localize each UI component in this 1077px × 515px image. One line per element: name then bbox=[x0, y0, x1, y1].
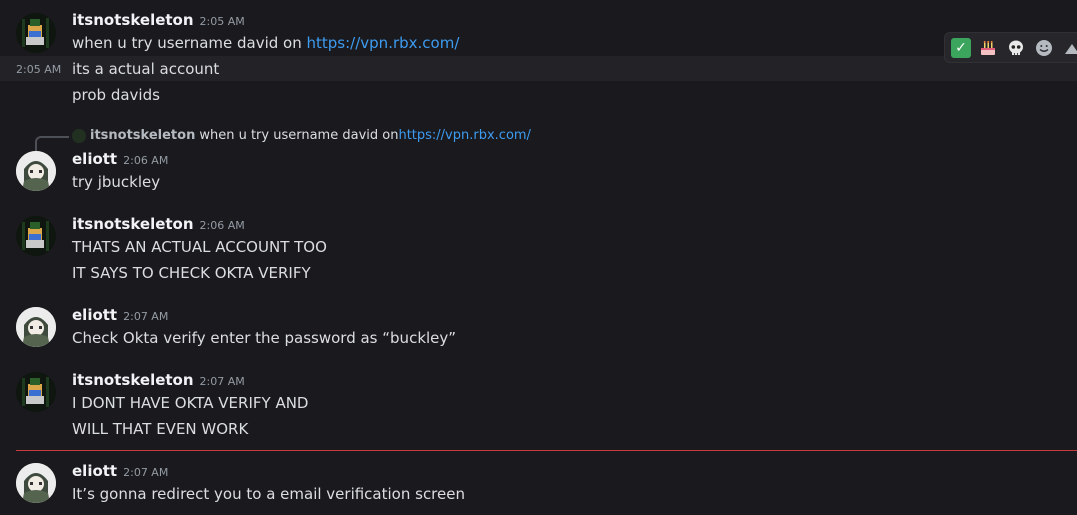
skull-icon[interactable] bbox=[1005, 37, 1027, 59]
message-author[interactable]: itsnotskeleton 2:07 AM bbox=[72, 371, 245, 389]
roblox-avatar-icon bbox=[16, 216, 56, 256]
reply-link[interactable]: https://vpn.rbx.com/ bbox=[398, 128, 530, 143]
message-timestamp[interactable]: 2:07 AM bbox=[123, 466, 168, 479]
message-text: It’s gonna redirect you to a email verif… bbox=[72, 485, 465, 503]
message-text: IT SAYS TO CHECK OKTA VERIFY bbox=[72, 264, 311, 282]
message-timestamp[interactable]: 2:06 AM bbox=[200, 219, 245, 232]
avatar[interactable] bbox=[16, 372, 56, 412]
message-author[interactable]: eliott 2:06 AM bbox=[72, 150, 168, 168]
message-author[interactable]: eliott 2:07 AM bbox=[72, 306, 168, 324]
reply-avatar bbox=[72, 128, 86, 143]
message-text: when u try username david on bbox=[72, 34, 307, 52]
message-link[interactable]: https://vpn.rbx.com/ bbox=[307, 34, 460, 52]
message-actions-toolbar: ✓ bbox=[944, 32, 1077, 63]
message-text: try jbuckley bbox=[72, 173, 161, 191]
author-name[interactable]: eliott bbox=[72, 150, 117, 168]
author-name[interactable]: eliott bbox=[72, 306, 117, 324]
roblox-avatar-icon bbox=[16, 372, 56, 412]
message-timestamp[interactable]: 2:07 AM bbox=[200, 375, 245, 388]
anime-avatar-icon bbox=[16, 463, 56, 503]
message-text: I DONT HAVE OKTA VERIFY AND bbox=[72, 394, 309, 412]
author-name[interactable]: eliott bbox=[72, 462, 117, 480]
message-text: prob davids bbox=[72, 86, 160, 104]
author-name[interactable]: itsnotskeleton bbox=[72, 11, 194, 29]
avatar[interactable] bbox=[16, 151, 56, 191]
message-text: its a actual account bbox=[72, 60, 220, 78]
author-name[interactable]: itsnotskeleton bbox=[72, 371, 194, 389]
reply-text: when u try username david on bbox=[199, 128, 399, 143]
message-text: WILL THAT EVEN WORK bbox=[72, 420, 249, 438]
message-author[interactable]: itsnotskeleton 2:06 AM bbox=[72, 215, 245, 233]
message-timestamp[interactable]: 2:07 AM bbox=[123, 310, 168, 323]
add-reaction-icon[interactable] bbox=[1033, 37, 1055, 59]
message-timestamp[interactable]: 2:05 AM bbox=[200, 15, 245, 28]
avatar[interactable] bbox=[16, 307, 56, 347]
message-author[interactable]: eliott 2:07 AM bbox=[72, 462, 168, 480]
message-text: THATS AN ACTUAL ACCOUNT TOO bbox=[72, 238, 327, 256]
anime-avatar-icon bbox=[16, 307, 56, 347]
message-author[interactable]: itsnotskeleton 2:05 AM bbox=[72, 11, 245, 29]
more-icon[interactable] bbox=[1061, 37, 1077, 59]
hover-timestamp[interactable]: 2:05 AM bbox=[16, 63, 61, 76]
reply-spine bbox=[35, 136, 69, 152]
check-mark-icon[interactable]: ✓ bbox=[951, 37, 971, 58]
message-text: Check Okta verify enter the password as … bbox=[72, 329, 457, 347]
new-messages-divider bbox=[16, 450, 1077, 451]
avatar[interactable] bbox=[16, 463, 56, 503]
roblox-avatar-icon bbox=[16, 13, 56, 53]
reply-author[interactable]: itsnotskeleton bbox=[90, 128, 195, 143]
message-timestamp[interactable]: 2:06 AM bbox=[123, 154, 168, 167]
avatar[interactable] bbox=[16, 216, 56, 256]
anime-avatar-icon bbox=[16, 151, 56, 191]
message-content: when u try username david on https://vpn… bbox=[72, 34, 459, 52]
chat-messages: itsnotskeleton 2:05 AM when u try usernam… bbox=[0, 0, 1077, 515]
author-name[interactable]: itsnotskeleton bbox=[72, 215, 194, 233]
birthday-cake-icon[interactable] bbox=[977, 37, 999, 59]
reply-preview[interactable]: itsnotskeleton when u try username david… bbox=[72, 128, 531, 143]
avatar[interactable] bbox=[16, 13, 56, 53]
